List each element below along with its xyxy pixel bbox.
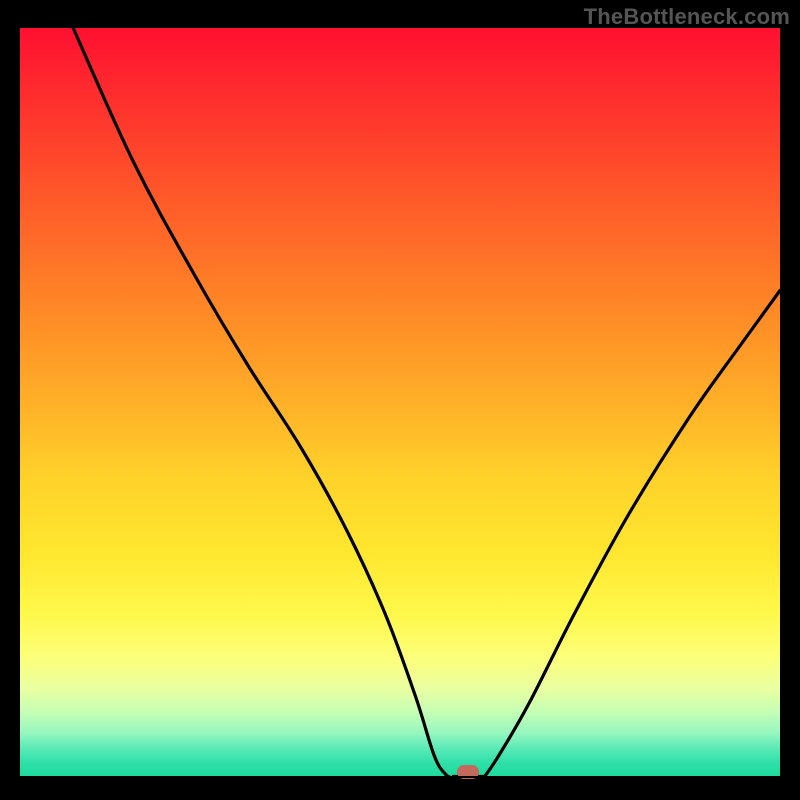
curve-left-branch (73, 28, 453, 778)
plot-area (20, 28, 780, 778)
curve-right-branch (484, 291, 780, 779)
x-axis-baseline (20, 776, 780, 778)
chart-frame: TheBottleneck.com (0, 0, 800, 800)
bottleneck-curve (20, 28, 780, 778)
watermark-text: TheBottleneck.com (584, 4, 790, 30)
